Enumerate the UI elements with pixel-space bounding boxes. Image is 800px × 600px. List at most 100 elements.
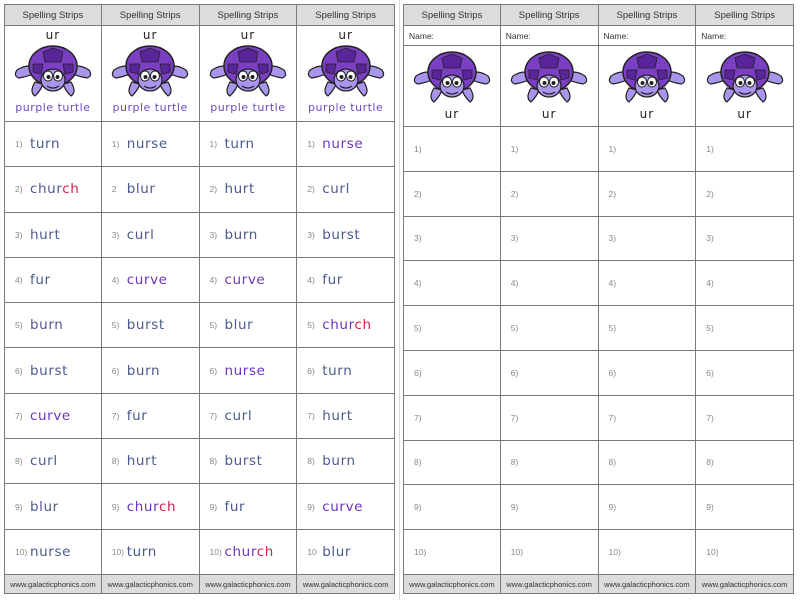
row-number: 6) bbox=[209, 365, 218, 376]
answer-row[interactable]: 9) bbox=[404, 485, 500, 531]
answer-row[interactable]: 3) bbox=[404, 217, 500, 262]
spelling-word: curve bbox=[127, 272, 168, 288]
answer-row[interactable]: 1) bbox=[500, 127, 598, 172]
spelling-word: blur bbox=[322, 544, 351, 560]
answer-row[interactable]: 3) bbox=[598, 217, 696, 262]
row-number: 3) bbox=[111, 229, 120, 240]
answer-row[interactable]: 2) bbox=[500, 172, 598, 217]
word-part: burn bbox=[224, 226, 258, 243]
answer-row[interactable]: 9) bbox=[598, 485, 696, 531]
row-number: 5) bbox=[15, 320, 23, 331]
word-part: blur bbox=[224, 317, 254, 334]
answer-row[interactable]: 9) bbox=[696, 485, 793, 531]
row-number: 1) bbox=[15, 139, 23, 150]
answer-row[interactable]: 3) bbox=[696, 217, 793, 262]
answer-row[interactable]: 10) bbox=[501, 530, 598, 574]
name-field[interactable]: Name: bbox=[598, 26, 696, 46]
word-row: 8) burst bbox=[199, 439, 297, 485]
purple-turtle-icon bbox=[608, 51, 686, 103]
answer-row[interactable]: 8) bbox=[404, 441, 500, 486]
word-row: 3) burn bbox=[199, 213, 297, 258]
strip-footer: www.galacticphonics.com bbox=[696, 574, 793, 594]
answer-row[interactable]: 5) bbox=[598, 306, 696, 351]
strip-heading: ur purple turtle bbox=[297, 26, 394, 122]
answer-row[interactable]: 4) bbox=[598, 261, 696, 307]
answer-row[interactable]: 1) bbox=[598, 127, 696, 172]
spelling-word: turn bbox=[127, 544, 157, 560]
row-number: 7) bbox=[209, 410, 218, 421]
answer-row[interactable]: 7) bbox=[404, 396, 500, 441]
answer-row[interactable]: 4) bbox=[500, 261, 598, 307]
answer-row[interactable]: 5) bbox=[500, 306, 598, 351]
spelling-word: hurt bbox=[30, 227, 60, 243]
row-number: 8) bbox=[414, 457, 422, 468]
row-number: 1) bbox=[307, 139, 315, 150]
word-highlight: ch bbox=[158, 498, 177, 515]
row-number: 4) bbox=[414, 278, 422, 289]
row-number: 2 bbox=[111, 184, 117, 195]
answer-row[interactable]: 2) bbox=[696, 172, 793, 217]
word-part: curve bbox=[126, 272, 168, 289]
answer-row[interactable]: 7) bbox=[500, 396, 598, 441]
strip-heading: ur purple turtle bbox=[5, 26, 101, 122]
word-row: 2) hurt bbox=[199, 167, 297, 213]
answer-row[interactable]: 8) bbox=[500, 441, 598, 486]
answer-row[interactable]: 10) bbox=[696, 530, 793, 574]
answer-row[interactable]: 3) bbox=[500, 217, 598, 262]
word-list: 1) turn 2) hurt 3) burn 4) curve 5) blur 6) nurse 7)… bbox=[199, 122, 297, 574]
answer-row[interactable]: 6) bbox=[598, 351, 696, 396]
strip-footer: www.galacticphonics.com bbox=[297, 574, 394, 594]
spelling-word: turn bbox=[322, 363, 352, 379]
name-field[interactable]: Name: bbox=[404, 26, 500, 46]
row-number: 3) bbox=[608, 233, 617, 244]
answer-row[interactable]: 5) bbox=[404, 306, 500, 351]
row-number: 9) bbox=[209, 501, 218, 512]
answer-row[interactable]: 5) bbox=[696, 306, 793, 351]
answer-row[interactable]: 6) bbox=[404, 351, 500, 396]
row-number: 1) bbox=[510, 143, 519, 154]
word-part: burst bbox=[126, 317, 165, 334]
row-number: 3) bbox=[209, 229, 218, 240]
answer-row[interactable]: 6) bbox=[696, 351, 793, 396]
strip-heading: ur purple turtle bbox=[199, 26, 297, 122]
word-row: 9) blur bbox=[5, 484, 101, 530]
answer-row[interactable]: 9) bbox=[500, 485, 598, 531]
spelling-word: curve bbox=[225, 272, 266, 288]
answer-row[interactable]: 7) bbox=[598, 396, 696, 441]
answer-row[interactable]: 10) bbox=[404, 530, 500, 574]
answer-row[interactable]: 2) bbox=[598, 172, 696, 217]
name-field[interactable]: Name: bbox=[500, 26, 598, 46]
answer-row[interactable]: 8) bbox=[696, 441, 793, 486]
answer-row[interactable]: 1) bbox=[404, 127, 500, 172]
word-part: curve bbox=[224, 272, 266, 289]
row-number: 2) bbox=[510, 188, 519, 199]
strip-heading: Name: ur bbox=[696, 26, 793, 127]
word-part: turn bbox=[322, 362, 353, 379]
word-row: 5) burn bbox=[5, 303, 101, 349]
spelling-word: blur bbox=[225, 317, 254, 333]
answer-row[interactable]: 2) bbox=[404, 172, 500, 217]
answer-row[interactable]: 4) bbox=[404, 261, 500, 307]
word-row: 5) blur bbox=[199, 303, 297, 349]
row-number: 6) bbox=[307, 365, 315, 376]
row-number: 6) bbox=[111, 365, 120, 376]
answer-row[interactable]: 1) bbox=[696, 127, 793, 172]
spelling-word: curl bbox=[225, 408, 253, 424]
word-part: burn bbox=[30, 317, 64, 334]
sound-label: ur bbox=[541, 107, 557, 121]
word-part: hurt bbox=[30, 226, 61, 243]
row-number: 7) bbox=[15, 410, 23, 421]
word-part: curl bbox=[30, 453, 58, 470]
word-row: 1) nurse bbox=[297, 122, 394, 168]
answer-row[interactable]: 10) bbox=[599, 530, 696, 574]
answer-row[interactable]: 8) bbox=[598, 441, 696, 486]
answer-row[interactable]: 7) bbox=[696, 396, 793, 441]
answer-row[interactable]: 6) bbox=[500, 351, 598, 396]
row-number: 6) bbox=[414, 367, 422, 378]
turtle-wrap bbox=[696, 48, 793, 106]
answer-row[interactable]: 4) bbox=[696, 261, 793, 307]
spelling-word: hurt bbox=[322, 408, 352, 424]
word-row: 5) burst bbox=[101, 303, 199, 349]
strip-heading: Name: ur bbox=[500, 26, 598, 127]
name-field[interactable]: Name: bbox=[696, 26, 793, 46]
